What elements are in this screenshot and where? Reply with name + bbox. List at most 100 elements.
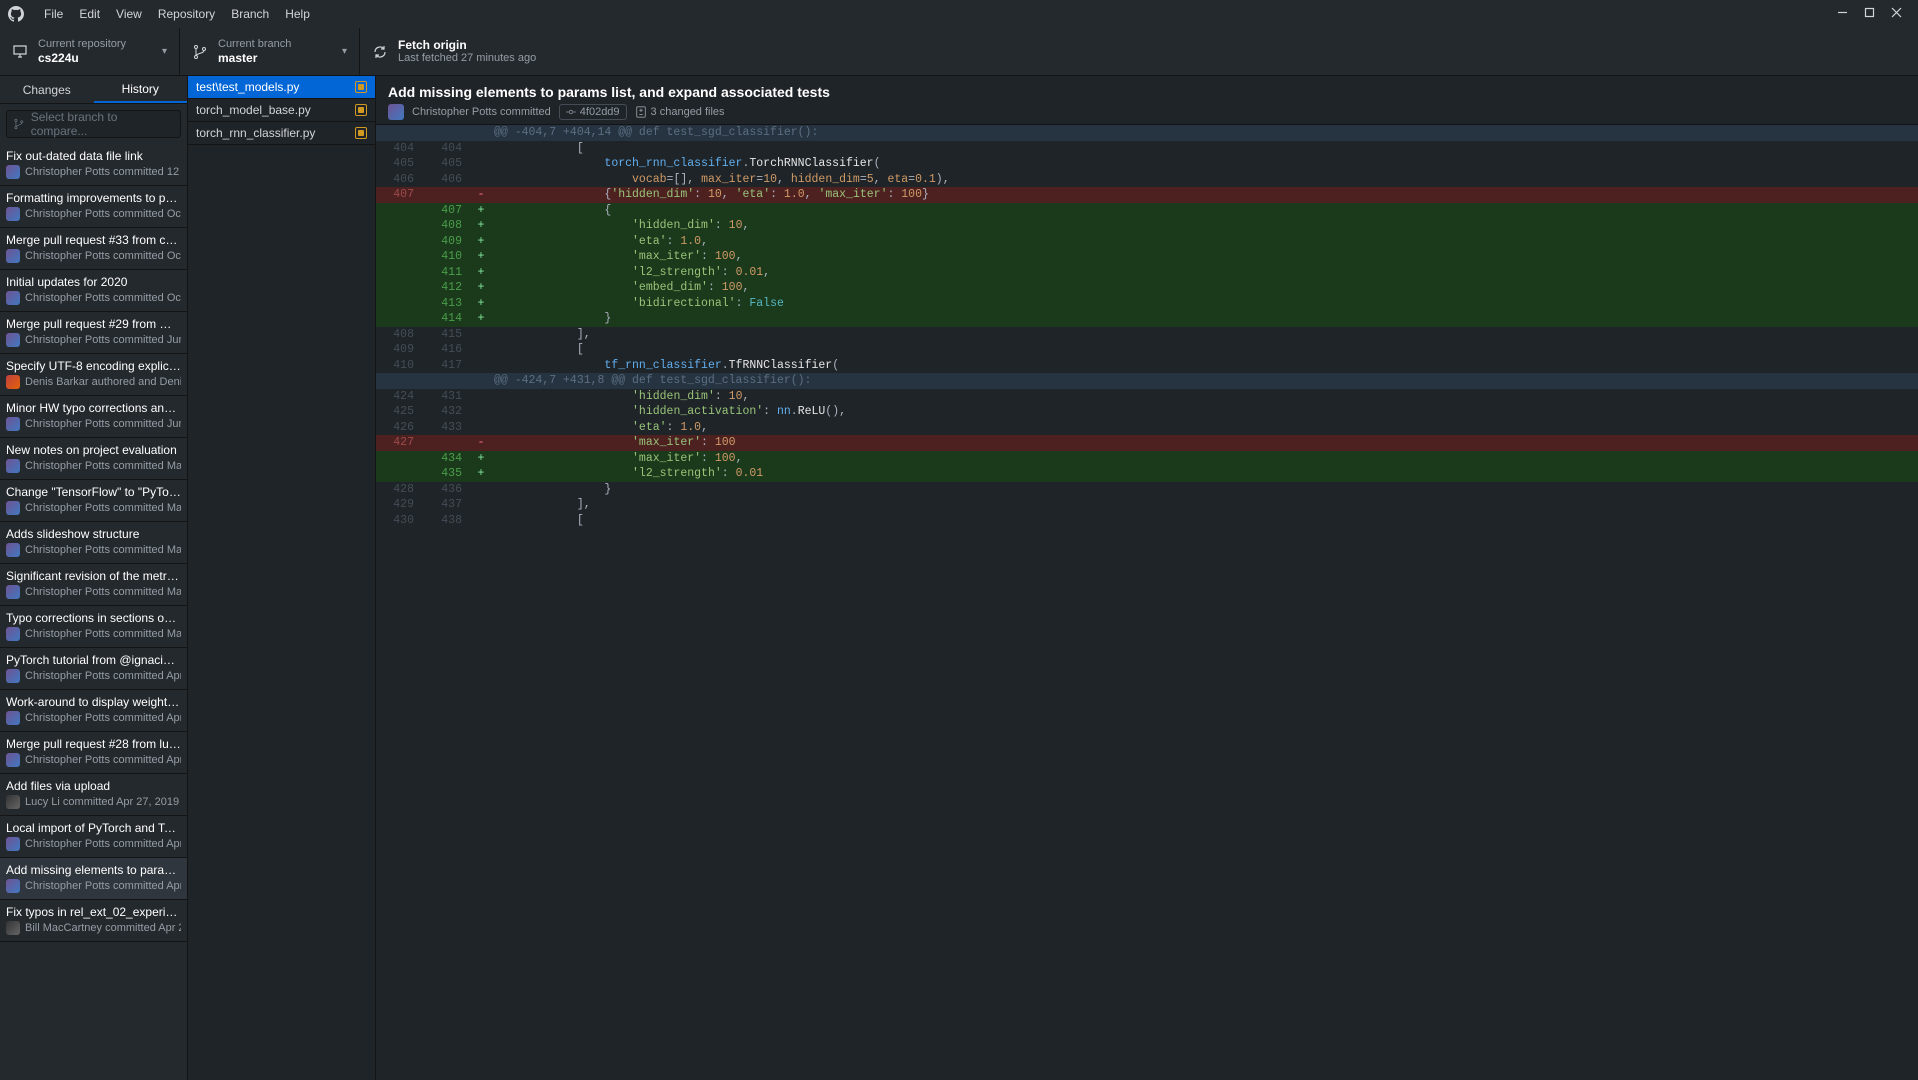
github-logo-icon [8,6,24,22]
commit-item[interactable]: Fix typos in rel_ext_02_experiments.ipyn… [0,900,187,942]
avatar [6,627,20,641]
commit-sha: 4f02dd9 [580,106,620,118]
commit-item-meta: Christopher Potts committed May 6, 2019 [6,501,181,515]
tab-history[interactable]: History [94,76,188,103]
diff-line: 410+ 'max_iter': 100, [376,249,1918,265]
diff-line: 430438 [ [376,513,1918,529]
diff-view[interactable]: @@ -404,7 +404,14 @@ def test_sgd_classi… [376,125,1918,1080]
commit-item[interactable]: New notes on project evaluation Christoph… [0,438,187,480]
git-commit-icon [566,107,576,117]
commit-item-meta: Denis Barkar authored and Denis Barkar … [6,375,181,389]
commit-item[interactable]: Adds slideshow structureChristopher Pott… [0,522,187,564]
commit-item-meta: Christopher Potts committed 12 hours ago [6,165,181,179]
window-close-icon[interactable] [1891,7,1902,21]
commit-item-meta: Christopher Potts committed May 6, 2019 [6,459,181,473]
diff-line: 406406 vocab=[], max_iter=10, hidden_dim… [376,172,1918,188]
menu-help[interactable]: Help [277,3,318,25]
avatar [388,104,404,120]
diff-icon [635,106,647,118]
branch-compare-select[interactable]: Select branch to compare... [6,110,181,138]
avatar [6,165,20,179]
commit-item-title: Specify UTF-8 encoding explicitly when … [6,359,181,373]
window-maximize-icon[interactable] [1864,7,1875,21]
diff-line: @@ -424,7 +431,8 @@ def test_sgd_classif… [376,373,1918,389]
menu-edit[interactable]: Edit [71,3,108,25]
avatar [6,207,20,221]
file-item[interactable]: test\test_models.py [188,76,375,99]
commit-item-meta: Christopher Potts committed Oct 22, 2019 [6,249,181,263]
commit-item[interactable]: Add missing elements to params list, an…… [0,858,187,900]
diff-line: 413+ 'bidirectional': False [376,296,1918,312]
avatar [6,753,20,767]
window-minimize-icon[interactable] [1837,7,1848,21]
fetch-origin-button[interactable]: Fetch origin Last fetched 27 minutes ago [360,28,1918,75]
avatar [6,585,20,599]
git-branch-icon [192,44,208,60]
sidebar: Changes History Select branch to compare… [0,76,188,1080]
commit-list[interactable]: Fix out-dated data file link Christopher … [0,144,187,1080]
commit-item-title: New notes on project evaluation [6,443,181,457]
commit-item[interactable]: Change "TensorFlow" to "PyTorch" whe… Chr… [0,480,187,522]
file-item[interactable]: torch_rnn_classifier.py [188,122,375,145]
diff-line: 427- 'max_iter': 100 [376,435,1918,451]
commit-title: Add missing elements to params list, and… [388,84,1906,100]
commit-item[interactable]: Merge pull request #33 from cgpotts/sc… C… [0,228,187,270]
commit-item-meta: Christopher Potts committed Oct 22, 2019 [6,291,181,305]
commit-item[interactable]: Significant revision of the metrics note… [0,564,187,606]
titlebar: File Edit View Repository Branch Help [0,0,1918,28]
commit-item-title: Typo corrections in sections on micro-F1… [6,611,181,625]
diff-line: 435+ 'l2_strength': 0.01 [376,466,1918,482]
commit-item-title: Add files via upload [6,779,181,793]
file-item[interactable]: torch_model_base.py [188,99,375,122]
commit-item-title: Merge pull request #29 from mastermin… [6,317,181,331]
diff-line: 408+ 'hidden_dim': 10, [376,218,1918,234]
commit-item[interactable]: Formatting improvements to projects.mdCh… [0,186,187,228]
current-repository-selector[interactable]: Current repository cs224u ▾ [0,28,180,75]
branch-value: master [218,51,342,65]
commit-item[interactable]: PyTorch tutorial from @ignaciocasesChris… [0,648,187,690]
commit-item[interactable]: Merge pull request #29 from mastermin…Ch… [0,312,187,354]
modified-icon [355,81,367,93]
commit-item-title: Add missing elements to params list, an… [6,863,181,877]
sha-pill[interactable]: 4f02dd9 [559,104,627,120]
commit-item-meta: Christopher Potts committed Apr 22, 2019 [6,879,181,893]
avatar [6,291,20,305]
commit-item-meta: Lucy Li committed Apr 27, 2019 [6,795,181,809]
avatar [6,837,20,851]
menu-file[interactable]: File [36,3,71,25]
commit-item[interactable]: Typo corrections in sections on micro-F1… [0,606,187,648]
commit-item-title: Fix out-dated data file link [6,149,181,163]
files-changed[interactable]: 3 changed files [635,106,725,118]
commit-item[interactable]: Merge pull request #28 from lucy3/mas…Ch… [0,732,187,774]
commit-author-line: Christopher Potts committed [412,106,551,118]
diff-panel: Add missing elements to params list, and… [376,76,1918,1080]
commit-item-title: Change "TensorFlow" to "PyTorch" whe… [6,485,181,499]
commit-item-meta: Christopher Potts committed Apr 25, 2019 [6,837,181,851]
fetch-value: Last fetched 27 minutes ago [398,52,1906,65]
menu-branch[interactable]: Branch [223,3,277,25]
commit-item-meta: Christopher Potts committed Apr 30, 2019 [6,711,181,725]
menu-view[interactable]: View [108,3,150,25]
commit-item[interactable]: Local import of PyTorch and TensorFlow…C… [0,816,187,858]
diff-line: 425432 'hidden_activation': nn.ReLU(), [376,404,1918,420]
tab-changes[interactable]: Changes [0,76,94,103]
commit-header: Add missing elements to params list, and… [376,76,1918,125]
avatar [6,459,20,473]
avatar [6,501,20,515]
commit-item[interactable]: Fix out-dated data file link Christopher … [0,144,187,186]
commit-item[interactable]: Initial updates for 2020Christopher Pott… [0,270,187,312]
commit-item[interactable]: Specify UTF-8 encoding explicitly when …… [0,354,187,396]
menu-repository[interactable]: Repository [150,3,223,25]
fetch-label: Fetch origin [398,38,1906,52]
current-branch-selector[interactable]: Current branch master ▾ [180,28,360,75]
commit-item[interactable]: Add files via upload Lucy Li committed Ap… [0,774,187,816]
avatar [6,669,20,683]
avatar [6,921,20,935]
commit-item[interactable]: Work-around to display weights for mo…Ch… [0,690,187,732]
commit-item[interactable]: Minor HW typo corrections and clarifica…… [0,396,187,438]
avatar [6,795,20,809]
branch-compare-placeholder: Select branch to compare... [31,110,174,138]
commit-item-title: Formatting improvements to projects.md [6,191,181,205]
commit-item-title: Merge pull request #33 from cgpotts/sc… [6,233,181,247]
commit-item-meta: Christopher Potts committed May 6, 2019 [6,585,181,599]
